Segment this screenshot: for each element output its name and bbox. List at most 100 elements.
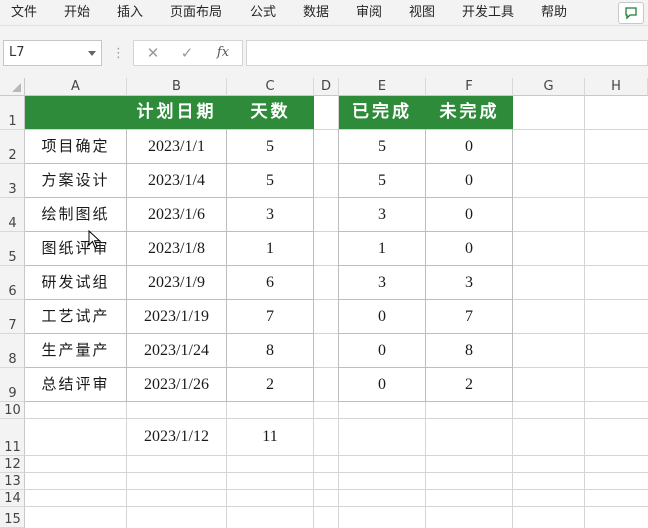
cell-days[interactable]: 3 [227, 198, 313, 231]
gridline [25, 418, 648, 419]
gridline [25, 455, 648, 456]
col-header-d[interactable]: D [314, 78, 339, 96]
cell-done[interactable]: 3 [339, 266, 425, 299]
cell-undone[interactable]: 0 [426, 130, 512, 163]
row-header-13[interactable]: 13 [0, 473, 25, 490]
row-header-5[interactable]: 5 [0, 232, 25, 266]
name-box[interactable]: L7 [3, 40, 102, 66]
cell-task[interactable]: 绘制图纸 [25, 198, 126, 231]
comments-button[interactable] [618, 2, 644, 24]
menu-file[interactable]: 文件 [9, 0, 39, 26]
menu-data[interactable]: 数据 [301, 0, 331, 26]
cell-done[interactable]: 5 [339, 130, 425, 163]
header-days: 天数 [227, 96, 314, 129]
insert-function-icon[interactable]: fx [210, 41, 236, 65]
cell-task[interactable]: 总结评审 [25, 368, 126, 401]
cell-task[interactable]: 工艺试产 [25, 300, 126, 333]
cell-date[interactable]: 2023/1/9 [127, 266, 226, 299]
cell-task[interactable]: 生产量产 [25, 334, 126, 367]
row-header-3[interactable]: 3 [0, 164, 25, 198]
row-header-10[interactable]: 10 [0, 402, 25, 419]
cell-done[interactable]: 5 [339, 164, 425, 197]
col-header-g[interactable]: G [513, 78, 585, 96]
cell-days[interactable]: 2 [227, 368, 313, 401]
row-header-1[interactable]: 1 [0, 96, 25, 130]
gridline [25, 506, 648, 507]
spreadsheet-grid[interactable]: A B C D E F G H 1 2 3 4 5 6 7 8 9 10 11 … [0, 78, 648, 528]
menu-review[interactable]: 审阅 [354, 0, 384, 26]
enter-icon[interactable]: ✓ [174, 41, 200, 65]
menu-insert[interactable]: 插入 [115, 0, 145, 26]
cell-date[interactable]: 2023/1/1 [127, 130, 226, 163]
chevron-down-icon[interactable] [88, 51, 96, 56]
gridline [25, 489, 648, 490]
ribbon-menu-bar: 文件 开始 插入 页面布局 公式 数据 审阅 视图 开发工具 帮助 [0, 0, 648, 26]
cell-date[interactable]: 2023/1/6 [127, 198, 226, 231]
table-border [25, 401, 314, 402]
col-header-f[interactable]: F [426, 78, 513, 96]
col-header-a[interactable]: A [25, 78, 127, 96]
menu-developer[interactable]: 开发工具 [460, 0, 516, 26]
cell-undone[interactable]: 8 [426, 334, 512, 367]
row-header-11[interactable]: 11 [0, 419, 25, 456]
cell-date[interactable]: 2023/1/26 [127, 368, 226, 401]
cancel-icon[interactable]: ✕ [140, 41, 166, 65]
header-plan-date: 计划日期 [127, 96, 226, 129]
gridline [25, 472, 648, 473]
cell-done[interactable]: 0 [339, 368, 425, 401]
cell-done[interactable]: 0 [339, 334, 425, 367]
menu-help[interactable]: 帮助 [539, 0, 569, 26]
drag-handle-icon[interactable]: ⋮ [112, 44, 125, 64]
row-header-8[interactable]: 8 [0, 334, 25, 368]
cell-undone[interactable]: 0 [426, 198, 512, 231]
row-header-6[interactable]: 6 [0, 266, 25, 300]
col-header-c[interactable]: C [227, 78, 314, 96]
select-all-corner[interactable] [0, 78, 25, 96]
cell-done[interactable]: 0 [339, 300, 425, 333]
row-header-7[interactable]: 7 [0, 300, 25, 334]
cell-undone[interactable]: 3 [426, 266, 512, 299]
cell-task[interactable]: 项目确定 [25, 130, 126, 163]
cell-task[interactable]: 方案设计 [25, 164, 126, 197]
cell-b11[interactable]: 2023/1/12 [127, 419, 226, 455]
col-header-h[interactable]: H [585, 78, 648, 96]
header-done: 已完成 [339, 96, 425, 129]
row-header-12[interactable]: 12 [0, 456, 25, 473]
cell-days[interactable]: 1 [227, 232, 313, 265]
mouse-pointer-icon [88, 230, 101, 249]
row-header-9[interactable]: 9 [0, 368, 25, 402]
cell-undone[interactable]: 7 [426, 300, 512, 333]
cell-days[interactable]: 5 [227, 130, 313, 163]
formula-buttons: ✕ ✓ fx [133, 40, 243, 66]
menu-view[interactable]: 视图 [407, 0, 437, 26]
header-undone: 未完成 [426, 96, 513, 129]
cell-date[interactable]: 2023/1/19 [127, 300, 226, 333]
cell-undone[interactable]: 0 [426, 164, 512, 197]
cell-task[interactable]: 图纸评审 [25, 232, 126, 265]
col-header-b[interactable]: B [127, 78, 227, 96]
row-header-4[interactable]: 4 [0, 198, 25, 232]
col-header-e[interactable]: E [339, 78, 426, 96]
cell-days[interactable]: 6 [227, 266, 313, 299]
select-all-icon [12, 83, 21, 92]
cell-task[interactable]: 研发试组 [25, 266, 126, 299]
cell-date[interactable]: 2023/1/4 [127, 164, 226, 197]
cell-date[interactable]: 2023/1/24 [127, 334, 226, 367]
cell-days[interactable]: 5 [227, 164, 313, 197]
cell-undone[interactable]: 2 [426, 368, 512, 401]
row-header-15[interactable]: 15 [0, 507, 25, 528]
cell-undone[interactable]: 0 [426, 232, 512, 265]
menu-home[interactable]: 开始 [62, 0, 92, 26]
menu-formulas[interactable]: 公式 [248, 0, 278, 26]
cell-done[interactable]: 3 [339, 198, 425, 231]
cell-done[interactable]: 1 [339, 232, 425, 265]
cell-date[interactable]: 2023/1/8 [127, 232, 226, 265]
menu-page-layout[interactable]: 页面布局 [168, 0, 224, 26]
row-header-14[interactable]: 14 [0, 490, 25, 507]
table-border [338, 401, 513, 402]
cell-days[interactable]: 7 [227, 300, 313, 333]
formula-input[interactable] [246, 40, 648, 66]
row-header-2[interactable]: 2 [0, 130, 25, 164]
cell-c11[interactable]: 11 [227, 419, 313, 455]
cell-days[interactable]: 8 [227, 334, 313, 367]
